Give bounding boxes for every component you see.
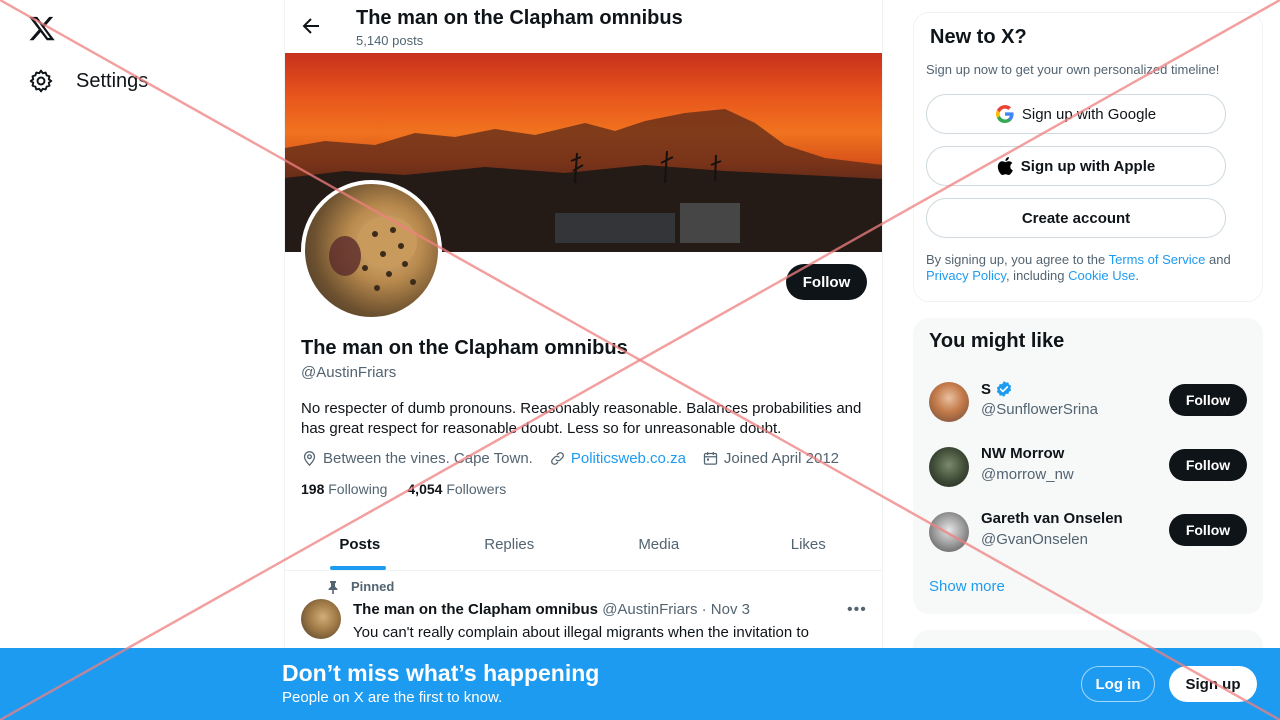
link-icon	[550, 452, 564, 465]
legal-text: By signing up, you agree to the Terms of…	[926, 252, 1252, 284]
apple-icon	[997, 157, 1013, 175]
new-to-x-card: New to X? Sign up now to get your own pe…	[913, 12, 1263, 302]
suggested-user[interactable]: Gareth van Onselen @GvanOnselen Follow	[929, 510, 1247, 560]
you-might-like-title: You might like	[929, 330, 1065, 352]
gear-icon	[29, 69, 53, 93]
suggested-user-handle: @GvanOnselen	[981, 531, 1088, 548]
suggested-user-name-row: NW Morrow	[981, 445, 1064, 462]
joined-item: Joined April 2012	[702, 450, 839, 467]
tab-media-label: Media	[638, 535, 680, 553]
location-pin-icon	[303, 451, 316, 467]
suggested-follow-button[interactable]: Follow	[1169, 514, 1247, 546]
google-signup-button[interactable]: Sign up with Google	[926, 94, 1226, 134]
followers-stat[interactable]: 4,054 Followers	[407, 481, 506, 497]
post-author[interactable]: The man on the Clapham omnibus	[353, 601, 598, 618]
profile-name: The man on the Clapham omnibus	[301, 337, 628, 359]
suggested-user[interactable]: S @SunflowerSrina Follow	[929, 380, 1247, 430]
profile-meta: Between the vines. Cape Town. Politicswe…	[301, 450, 855, 467]
suggested-user-avatar[interactable]	[929, 382, 969, 422]
google-icon	[995, 105, 1014, 123]
tab-replies-label: Replies	[484, 535, 535, 553]
post-meta: @AustinFriars · Nov 3	[602, 601, 750, 618]
login-button[interactable]: Log in	[1081, 666, 1155, 702]
legal-end: .	[1135, 268, 1139, 283]
terms-link[interactable]: Terms of Service	[1109, 252, 1206, 267]
more-options-icon[interactable]: •••	[847, 601, 867, 619]
tab-likes-label: Likes	[790, 535, 826, 553]
location-text: Between the vines. Cape Town.	[323, 450, 533, 467]
following-count: 198	[301, 481, 325, 497]
create-account-label: Create account	[1021, 209, 1131, 227]
google-signup-label: Sign up with Google	[1021, 105, 1157, 123]
profile-avatar[interactable]	[301, 180, 442, 321]
legal-including: , including	[1005, 268, 1069, 283]
leopard-avatar-image	[329, 216, 417, 291]
tab-media[interactable]: Media	[584, 518, 734, 570]
you-might-like-card: You might like S @SunflowerSrina Follow …	[913, 318, 1263, 614]
apple-signup-label: Sign up with Apple	[1020, 157, 1156, 175]
suggested-follow-button[interactable]: Follow	[1169, 384, 1247, 416]
cookie-link[interactable]: Cookie Use	[1068, 268, 1135, 283]
post-header: The man on the Clapham omnibus @AustinFr…	[353, 601, 750, 618]
create-account-button[interactable]: Create account	[926, 198, 1226, 238]
profile-handle: @AustinFriars	[301, 364, 397, 381]
suggested-user-avatar[interactable]	[929, 447, 969, 487]
tab-likes[interactable]: Likes	[734, 518, 883, 570]
active-tab-indicator	[330, 566, 386, 570]
follow-stats: 198 Following 4,054 Followers	[301, 481, 506, 497]
signup-banner: Don’t miss what’s happening People on X …	[0, 648, 1280, 720]
header-post-count: 5,140 posts	[356, 33, 424, 48]
post-avatar[interactable]	[301, 599, 341, 639]
followers-count: 4,054	[407, 481, 443, 497]
suggested-follow-button[interactable]: Follow	[1169, 449, 1247, 481]
x-logo-icon[interactable]	[28, 14, 56, 42]
legal-prefix: By signing up, you agree to the	[926, 252, 1109, 267]
post-text: You can't really complain about illegal …	[353, 624, 809, 641]
pinned-label: Pinned	[351, 579, 395, 594]
signup-banner-subtitle: People on X are the first to know.	[282, 689, 503, 706]
signup-banner-title: Don’t miss what’s happening	[282, 660, 600, 686]
signup-button[interactable]: Sign up	[1169, 666, 1257, 702]
suggested-user-avatar[interactable]	[929, 512, 969, 552]
left-nav: Settings	[0, 0, 284, 720]
suggested-user-name-row: Gareth van Onselen	[981, 510, 1123, 527]
profile-header: The man on the Clapham omnibus 5,140 pos…	[285, 0, 882, 53]
new-to-x-subtitle: Sign up now to get your own personalized…	[926, 62, 1220, 77]
profile-bio: No respecter of dumb pronouns. Reasonabl…	[301, 400, 862, 437]
tab-posts[interactable]: Posts	[285, 518, 435, 570]
suggested-user-name[interactable]: Gareth van Onselen	[981, 510, 1123, 527]
header-title: The man on the Clapham omnibus	[356, 7, 683, 29]
website-item[interactable]: Politicsweb.co.za	[549, 450, 686, 467]
new-to-x-title: New to X?	[930, 26, 1027, 48]
suggested-user-name-row: S	[981, 380, 1013, 398]
calendar-icon	[703, 452, 718, 465]
following-label: Following	[328, 481, 388, 497]
profile-tabs: Posts Replies Media Likes	[285, 518, 883, 571]
settings-label: Settings	[76, 69, 149, 92]
pin-icon	[328, 580, 338, 594]
privacy-link[interactable]: Privacy Policy	[926, 268, 1006, 283]
suggested-user-name[interactable]: S	[981, 381, 991, 398]
follow-button[interactable]: Follow	[786, 264, 867, 300]
show-more-link[interactable]: Show more	[929, 578, 1005, 595]
legal-and: and	[1205, 252, 1231, 267]
profile-column: The man on the Clapham omnibus 5,140 pos…	[284, 0, 883, 720]
suggested-user-handle: @SunflowerSrina	[981, 401, 1098, 418]
tab-posts-label: Posts	[339, 535, 381, 553]
apple-signup-button[interactable]: Sign up with Apple	[926, 146, 1226, 186]
following-stat[interactable]: 198 Following	[301, 481, 387, 497]
followers-label: Followers	[446, 481, 507, 497]
location-item: Between the vines. Cape Town.	[301, 450, 533, 467]
back-arrow-icon[interactable]	[299, 14, 323, 38]
suggested-user-handle: @morrow_nw	[981, 466, 1074, 483]
suggested-user[interactable]: NW Morrow @morrow_nw Follow	[929, 445, 1247, 495]
joined-text: Joined April 2012	[723, 450, 840, 467]
website-link[interactable]: Politicsweb.co.za	[571, 450, 686, 467]
pinned-indicator: Pinned	[327, 579, 394, 594]
verified-badge-icon	[996, 381, 1012, 397]
settings-link[interactable]: Settings	[28, 68, 148, 94]
tab-replies[interactable]: Replies	[435, 518, 585, 570]
suggested-user-name[interactable]: NW Morrow	[981, 445, 1064, 462]
